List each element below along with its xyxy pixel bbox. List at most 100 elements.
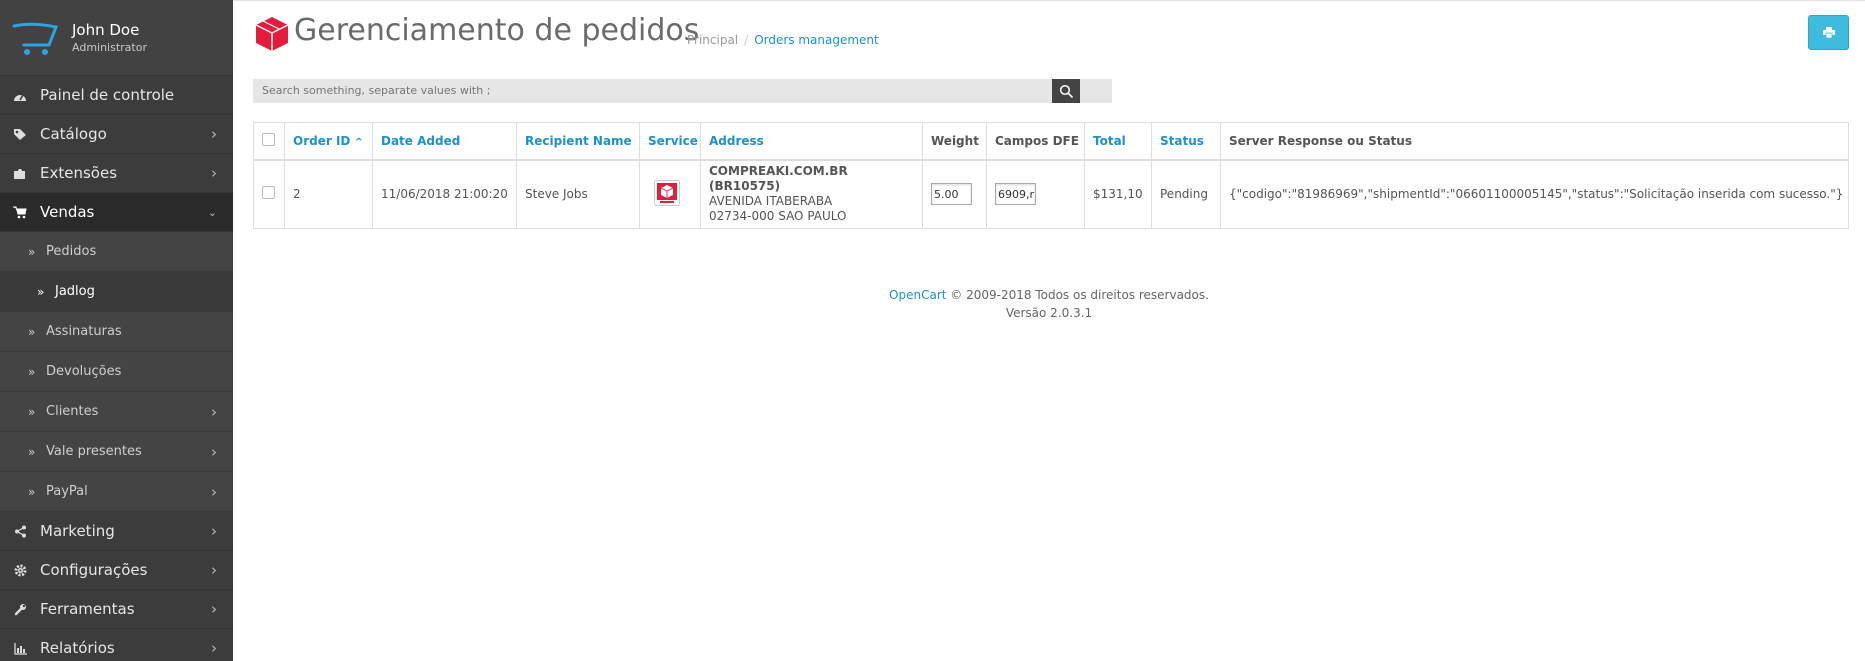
share-icon: [12, 512, 28, 551]
jadlog-service-icon: [654, 179, 680, 206]
nav-catalog[interactable]: Catálogo ›: [0, 115, 233, 154]
nav-marketing-label: Marketing: [40, 522, 115, 540]
header-recipient[interactable]: Recipient Name: [516, 122, 640, 161]
nav-sales-label: Vendas: [40, 203, 95, 221]
double-chevron-icon: »: [28, 445, 36, 459]
header-service[interactable]: Service: [639, 122, 701, 161]
gear-icon: [12, 551, 28, 590]
jadlog-box-icon: [255, 17, 289, 51]
nav-vouchers-label: Vale presentes: [46, 444, 142, 459]
footer-opencart-link[interactable]: OpenCart: [889, 288, 946, 302]
search-input[interactable]: [253, 79, 1112, 103]
user-role: Administrator: [72, 41, 147, 54]
search-icon: [1059, 84, 1073, 98]
nav-paypal[interactable]: » PayPal ›: [0, 472, 233, 512]
cell-date-added: 11/06/2018 21:00:20: [372, 159, 517, 229]
opencart-logo-icon: [12, 22, 58, 55]
cell-order-id: 2: [284, 159, 373, 229]
chevron-right-icon: ›: [211, 639, 217, 657]
search-button[interactable]: [1052, 79, 1080, 103]
double-chevron-icon: »: [37, 285, 45, 299]
nav-customers-label: Clientes: [46, 404, 99, 419]
header-order-id[interactable]: Order ID ^: [284, 122, 373, 161]
header-total[interactable]: Total: [1084, 122, 1152, 161]
dfe-input[interactable]: [995, 183, 1036, 206]
header-address[interactable]: Address: [700, 122, 923, 161]
breadcrumb-home[interactable]: Principal: [687, 33, 738, 47]
breadcrumb: Principal / Orders management: [687, 33, 879, 47]
chevron-right-icon: ›: [211, 522, 217, 540]
puzzle-icon: [12, 154, 28, 193]
nav-orders[interactable]: » Pedidos: [0, 232, 233, 272]
nav-jadlog-label: Jadlog: [55, 284, 95, 299]
footer-version: Versão 2.0.3.1: [1005, 306, 1093, 320]
nav-settings-label: Configurações: [40, 561, 148, 579]
nav-customers[interactable]: » Clientes ›: [0, 392, 233, 432]
select-all-checkbox[interactable]: [262, 132, 275, 146]
print-button[interactable]: [1808, 15, 1849, 50]
header-weight: Weight: [922, 122, 987, 161]
cell-service: [639, 159, 701, 229]
nav-subscriptions[interactable]: » Assinaturas: [0, 312, 233, 352]
select-all-cell: [253, 122, 285, 161]
cell-dfe: [986, 159, 1085, 229]
double-chevron-icon: »: [28, 325, 36, 339]
chevron-down-icon: ⌄: [207, 206, 217, 219]
bar-chart-icon: [12, 629, 28, 661]
breadcrumb-current[interactable]: Orders management: [754, 33, 879, 47]
cell-recipient: Steve Jobs: [516, 159, 640, 229]
cell-weight: [922, 159, 987, 229]
address-company: COMPREAKI.COM.BR (BR10575): [709, 164, 848, 194]
cell-status: Pending: [1151, 159, 1221, 229]
nav-reports[interactable]: Relatórios ›: [0, 629, 233, 661]
chevron-right-icon: ›: [211, 561, 217, 579]
address-city: 02734-000 SAO PAULO: [709, 209, 847, 224]
nav-settings[interactable]: Configurações ›: [0, 551, 233, 590]
double-chevron-icon: »: [28, 485, 36, 499]
nav-dashboard-label: Painel de controle: [40, 86, 175, 104]
chevron-right-icon: ›: [211, 125, 217, 143]
nav-tools[interactable]: Ferramentas ›: [0, 590, 233, 629]
footer-copyright: © 2009-2018 Todos os direitos reservados…: [950, 288, 1209, 302]
nav-sales[interactable]: Vendas ⌄: [0, 193, 233, 232]
nav-reports-label: Relatórios: [40, 639, 115, 657]
chevron-right-icon: ›: [211, 403, 217, 421]
nav-subscriptions-label: Assinaturas: [46, 324, 122, 339]
nav-paypal-label: PayPal: [46, 484, 88, 499]
nav-returns[interactable]: » Devoluções: [0, 352, 233, 392]
header-response: Server Response ou Status: [1220, 122, 1849, 161]
header-dfe: Campos DFE: [986, 122, 1085, 161]
address-street: AVENIDA ITABERABA: [709, 194, 833, 209]
table-header-row: Order ID ^ Date Added Recipient Name Ser…: [253, 122, 1849, 161]
dashboard-icon: [12, 76, 28, 115]
user-profile: John Doe Administrator: [0, 0, 233, 76]
chevron-right-icon: ›: [211, 483, 217, 501]
chevron-right-icon: ›: [211, 600, 217, 618]
nav-marketing[interactable]: Marketing ›: [0, 512, 233, 551]
double-chevron-icon: »: [28, 405, 36, 419]
nav-returns-label: Devoluções: [46, 364, 122, 379]
double-chevron-icon: »: [28, 245, 36, 259]
header-status[interactable]: Status: [1151, 122, 1221, 161]
cell-address: COMPREAKI.COM.BR (BR10575) AVENIDA ITABE…: [700, 159, 923, 229]
double-chevron-icon: »: [28, 365, 36, 379]
cell-total: $131,10: [1084, 159, 1152, 229]
cart-icon: [12, 193, 28, 232]
tag-icon: [12, 115, 28, 154]
print-icon: [1822, 27, 1835, 38]
nav-jadlog[interactable]: » Jadlog: [0, 272, 233, 312]
weight-input[interactable]: [931, 183, 972, 206]
nav-catalog-label: Catálogo: [40, 125, 107, 143]
chevron-right-icon: ›: [211, 164, 217, 182]
orders-table: Order ID ^ Date Added Recipient Name Ser…: [253, 122, 1849, 229]
nav-orders-label: Pedidos: [46, 244, 97, 259]
nav-vouchers[interactable]: » Vale presentes ›: [0, 432, 233, 472]
footer: OpenCart © 2009-2018 Todos os direitos r…: [233, 286, 1865, 322]
chevron-right-icon: ›: [211, 443, 217, 461]
nav-extensions[interactable]: Extensões ›: [0, 154, 233, 193]
page-title: Gerenciamento de pedidos: [294, 13, 700, 48]
nav-dashboard[interactable]: Painel de controle: [0, 76, 233, 115]
row-select-cell: [253, 159, 285, 229]
header-date-added[interactable]: Date Added: [372, 122, 517, 161]
row-checkbox[interactable]: [262, 186, 275, 200]
